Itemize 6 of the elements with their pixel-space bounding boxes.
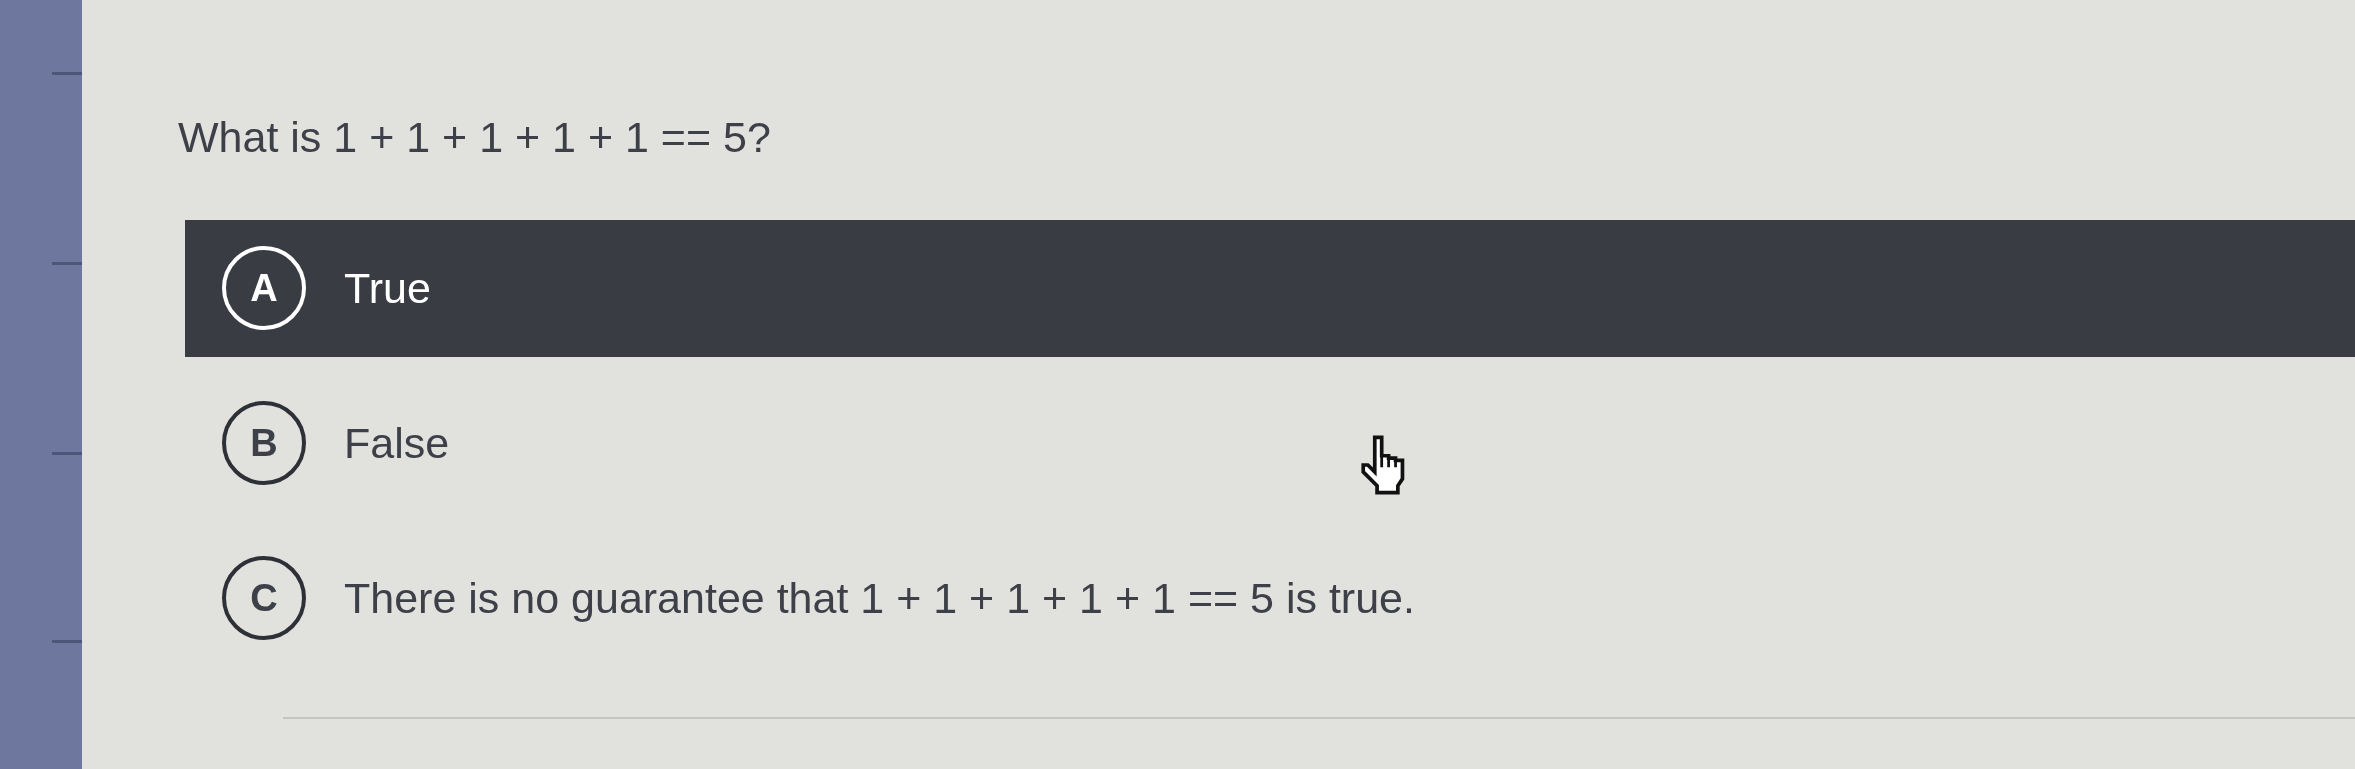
option-letter: A xyxy=(222,246,306,331)
answer-option[interactable]: A True xyxy=(185,219,2355,357)
option-letter: B xyxy=(222,401,306,486)
answer-option[interactable]: C There is no guarantee that 1 + 1 + 1 + 1 + 1 == 5 is true. xyxy=(185,529,2355,667)
question-text: What is 1 + 1 + 1 + 1 + 1 == 5? xyxy=(178,112,772,163)
option-letter: C xyxy=(222,556,306,641)
